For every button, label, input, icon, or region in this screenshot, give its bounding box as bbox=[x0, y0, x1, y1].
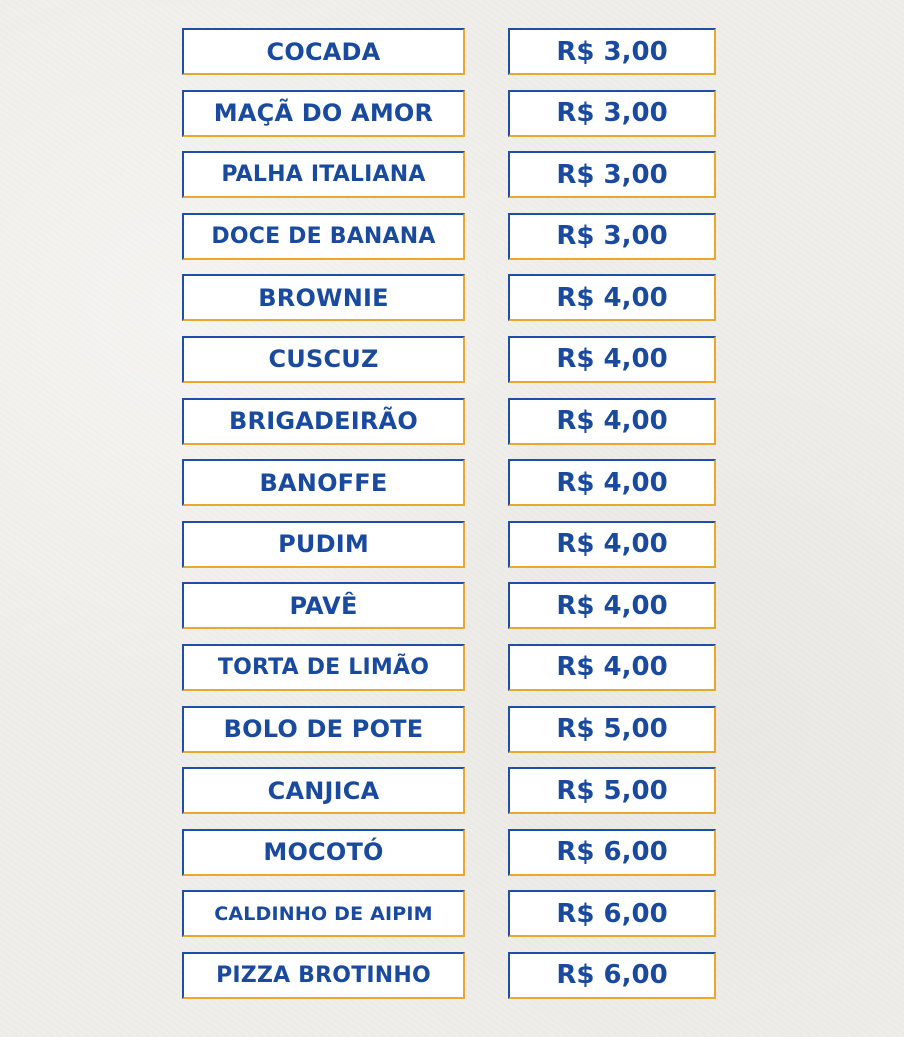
price-list: COCADA R$ 3,00 MAÇÃ DO AMOR R$ 3,00 PALH… bbox=[182, 28, 716, 1014]
item-price: R$ 4,00 bbox=[508, 459, 716, 507]
item-price: R$ 6,00 bbox=[508, 951, 716, 999]
menu-row: PALHA ITALIANA R$ 3,00 bbox=[182, 151, 716, 199]
menu-row: CALDINHO DE AIPIM R$ 6,00 bbox=[182, 890, 716, 938]
menu-row: PIZZA BROTINHO R$ 6,00 bbox=[182, 951, 716, 999]
menu-row: MOCOTÓ R$ 6,00 bbox=[182, 828, 716, 876]
item-name: PIZZA BROTINHO bbox=[182, 951, 465, 999]
menu-row: CUSCUZ R$ 4,00 bbox=[182, 335, 716, 383]
item-price: R$ 5,00 bbox=[508, 767, 716, 815]
item-price: R$ 3,00 bbox=[508, 212, 716, 260]
item-name: MOCOTÓ bbox=[182, 828, 465, 876]
item-price: R$ 6,00 bbox=[508, 890, 716, 938]
menu-row: DOCE DE BANANA R$ 3,00 bbox=[182, 212, 716, 260]
item-price: R$ 4,00 bbox=[508, 643, 716, 691]
menu-row: PUDIM R$ 4,00 bbox=[182, 520, 716, 568]
menu-row: BOLO DE POTE R$ 5,00 bbox=[182, 705, 716, 753]
item-price: R$ 5,00 bbox=[508, 705, 716, 753]
item-price: R$ 4,00 bbox=[508, 335, 716, 383]
item-price: R$ 4,00 bbox=[508, 582, 716, 630]
item-name: TORTA DE LIMÃO bbox=[182, 643, 465, 691]
menu-row: BRIGADEIRÃO R$ 4,00 bbox=[182, 397, 716, 445]
item-price: R$ 3,00 bbox=[508, 28, 716, 75]
item-price: R$ 4,00 bbox=[508, 274, 716, 322]
item-price: R$ 6,00 bbox=[508, 828, 716, 876]
menu-row: BANOFFE R$ 4,00 bbox=[182, 459, 716, 507]
item-price: R$ 3,00 bbox=[508, 89, 716, 137]
menu-row: TORTA DE LIMÃO R$ 4,00 bbox=[182, 643, 716, 691]
menu-row: MAÇÃ DO AMOR R$ 3,00 bbox=[182, 89, 716, 137]
menu-row: COCADA R$ 3,00 bbox=[182, 28, 716, 75]
item-name: BROWNIE bbox=[182, 274, 465, 322]
item-name: BANOFFE bbox=[182, 459, 465, 507]
item-price: R$ 3,00 bbox=[508, 151, 716, 199]
item-name: MAÇÃ DO AMOR bbox=[182, 89, 465, 137]
item-price: R$ 4,00 bbox=[508, 520, 716, 568]
item-name: BOLO DE POTE bbox=[182, 705, 465, 753]
menu-row: CANJICA R$ 5,00 bbox=[182, 767, 716, 815]
menu-row: BROWNIE R$ 4,00 bbox=[182, 274, 716, 322]
item-name: BRIGADEIRÃO bbox=[182, 397, 465, 445]
item-name: COCADA bbox=[182, 28, 465, 75]
item-name: PALHA ITALIANA bbox=[182, 151, 465, 199]
item-name: CUSCUZ bbox=[182, 335, 465, 383]
item-price: R$ 4,00 bbox=[508, 397, 716, 445]
item-name: DOCE DE BANANA bbox=[182, 212, 465, 260]
item-name: PUDIM bbox=[182, 520, 465, 568]
item-name: CALDINHO DE AIPIM bbox=[182, 890, 465, 938]
item-name: CANJICA bbox=[182, 767, 465, 815]
item-name: PAVÊ bbox=[182, 582, 465, 630]
menu-row: PAVÊ R$ 4,00 bbox=[182, 582, 716, 630]
